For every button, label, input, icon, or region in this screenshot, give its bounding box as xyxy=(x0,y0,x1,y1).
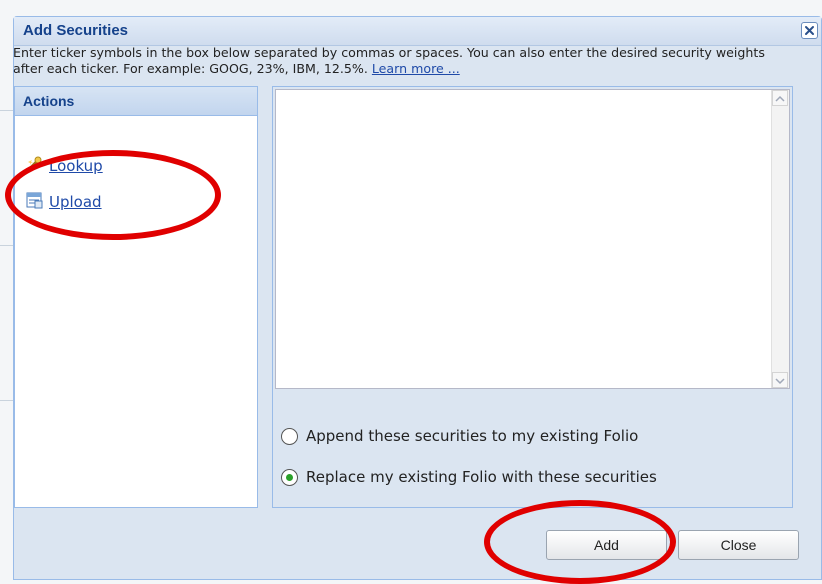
ticker-scrollbar[interactable] xyxy=(771,90,789,388)
scroll-up-icon[interactable] xyxy=(772,90,788,106)
append-radio[interactable] xyxy=(281,427,298,445)
replace-label: Replace my existing Folio with these sec… xyxy=(306,468,657,486)
learn-more-link[interactable]: Learn more ... xyxy=(372,61,460,76)
scroll-down-icon[interactable] xyxy=(772,372,788,388)
append-label: Append these securities to my existing F… xyxy=(306,427,639,445)
close-x-icon[interactable] xyxy=(801,22,818,39)
upload-action[interactable]: Upload xyxy=(25,191,102,213)
lookup-label: Lookup xyxy=(49,157,103,175)
upload-label: Upload xyxy=(49,193,102,211)
actions-header: Actions xyxy=(15,87,257,116)
dialog-titlebar[interactable]: Add Securities xyxy=(14,17,821,46)
lookup-action[interactable]: Lookup xyxy=(25,155,103,177)
upload-list-icon xyxy=(25,191,43,213)
instructions-text: Enter ticker symbols in the box below se… xyxy=(13,45,793,77)
close-button[interactable]: Close xyxy=(678,530,799,560)
append-option[interactable]: Append these securities to my existing F… xyxy=(281,427,638,445)
replace-radio[interactable] xyxy=(281,468,298,486)
lookup-wand-icon xyxy=(25,155,43,177)
bg-divider xyxy=(0,110,14,111)
dialog-title: Add Securities xyxy=(23,22,129,39)
ticker-panel: Append these securities to my existing F… xyxy=(272,86,793,508)
actions-panel: Actions Lookup Upload xyxy=(14,86,258,508)
add-button[interactable]: Add xyxy=(546,530,667,560)
ticker-input[interactable] xyxy=(275,89,790,389)
replace-option[interactable]: Replace my existing Folio with these sec… xyxy=(281,468,657,486)
bg-divider xyxy=(0,400,14,401)
bg-divider xyxy=(0,245,14,246)
